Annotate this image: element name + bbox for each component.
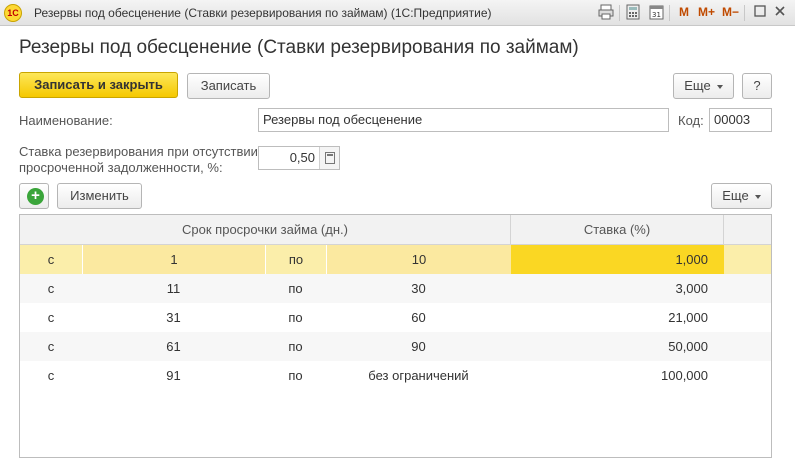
- table-row[interactable]: с 61 по 90 50,000: [20, 332, 771, 361]
- minimize-icon[interactable]: [751, 4, 769, 22]
- cell-from[interactable]: 31: [82, 303, 265, 332]
- cell-to[interactable]: 10: [326, 245, 511, 274]
- rate-field[interactable]: 0,50: [258, 146, 340, 170]
- code-field[interactable]: 00003: [709, 108, 772, 132]
- print-icon[interactable]: [597, 4, 615, 22]
- close-icon[interactable]: [771, 4, 789, 22]
- cell-to[interactable]: 30: [326, 274, 511, 303]
- cell-to[interactable]: 90: [326, 332, 511, 361]
- memory-m-minus-button[interactable]: M−: [722, 5, 739, 19]
- plus-icon: +: [27, 188, 44, 205]
- table-more-menu-button[interactable]: Еще: [711, 183, 772, 209]
- table-header: Срок просрочки займа (дн.) Ставка (%): [20, 215, 771, 245]
- cell-from[interactable]: 61: [82, 332, 265, 361]
- name-field[interactable]: Резервы под обесценение: [258, 108, 669, 132]
- app-logo-icon: 1С: [4, 4, 22, 22]
- toolbar-separator: [744, 5, 745, 21]
- chevron-down-icon: [754, 194, 761, 199]
- cell-to[interactable]: 60: [326, 303, 511, 332]
- toolbar-separator: [619, 5, 620, 21]
- calendar-icon[interactable]: 31: [647, 4, 665, 22]
- memory-m-button[interactable]: M: [679, 5, 689, 19]
- cell-from-label[interactable]: с: [20, 303, 82, 332]
- cell-rate[interactable]: 100,000: [511, 361, 724, 390]
- svg-text:31: 31: [652, 11, 661, 19]
- code-label: Код:: [678, 113, 704, 128]
- rate-label-line1: Ставка резервирования при отсутствии: [19, 144, 258, 159]
- add-row-button[interactable]: +: [19, 183, 49, 209]
- cell-to-label[interactable]: по: [265, 274, 326, 303]
- cell-from[interactable]: 1: [82, 245, 265, 274]
- save-button[interactable]: Записать: [187, 73, 270, 99]
- cell-from[interactable]: 91: [82, 361, 265, 390]
- window-title: Резервы под обесценение (Ставки резервир…: [34, 6, 492, 20]
- cell-from[interactable]: 11: [82, 274, 265, 303]
- cell-to-label[interactable]: по: [265, 303, 326, 332]
- memory-m-plus-button[interactable]: M+: [698, 5, 715, 19]
- table-row[interactable]: с 91 по без ограничений 100,000: [20, 361, 771, 390]
- more-menu-label: Еще: [684, 78, 711, 93]
- chevron-down-icon: [716, 84, 723, 89]
- table-row[interactable]: с 11 по 30 3,000: [20, 274, 771, 303]
- toolbar-separator: [669, 5, 670, 21]
- cell-from-label[interactable]: с: [20, 245, 82, 274]
- calculator-icon[interactable]: [319, 147, 339, 169]
- header-empty: [724, 215, 771, 245]
- header-period[interactable]: Срок просрочки займа (дн.): [20, 215, 511, 245]
- name-label: Наименование:: [19, 113, 113, 128]
- window-titlebar: 1С Резервы под обесценение (Ставки резер…: [0, 0, 795, 26]
- cell-from-label[interactable]: с: [20, 274, 82, 303]
- cell-to-label[interactable]: по: [265, 361, 326, 390]
- rates-table[interactable]: Срок просрочки займа (дн.) Ставка (%) с1…: [19, 214, 772, 458]
- page-title: Резервы под обесценение (Ставки резервир…: [19, 37, 579, 58]
- cell-rate[interactable]: 1,000: [511, 245, 724, 274]
- calculator-icon[interactable]: [624, 4, 642, 22]
- cell-to[interactable]: без ограничений: [326, 361, 511, 390]
- table-row[interactable]: с 1 по 10 1,000: [20, 245, 771, 274]
- help-button[interactable]: ?: [742, 73, 772, 99]
- table-more-label: Еще: [722, 188, 749, 203]
- table-row[interactable]: с 31 по 60 21,000: [20, 303, 771, 332]
- cell-to-label[interactable]: по: [265, 245, 326, 274]
- cell-rate[interactable]: 50,000: [511, 332, 724, 361]
- cell-rate[interactable]: 3,000: [511, 274, 724, 303]
- edit-button[interactable]: Изменить: [57, 183, 142, 209]
- rate-value: 0,50: [289, 150, 315, 165]
- cell-to-label[interactable]: по: [265, 332, 326, 361]
- more-menu-button[interactable]: Еще: [673, 73, 734, 99]
- cell-from-label[interactable]: с: [20, 332, 82, 361]
- cell-rate[interactable]: 21,000: [511, 303, 724, 332]
- cell-from-label[interactable]: с: [20, 361, 82, 390]
- save-and-close-button[interactable]: Записать и закрыть: [19, 72, 178, 98]
- rate-label-line2: просроченной задолженности, %:: [19, 160, 223, 175]
- header-rate[interactable]: Ставка (%): [511, 215, 724, 245]
